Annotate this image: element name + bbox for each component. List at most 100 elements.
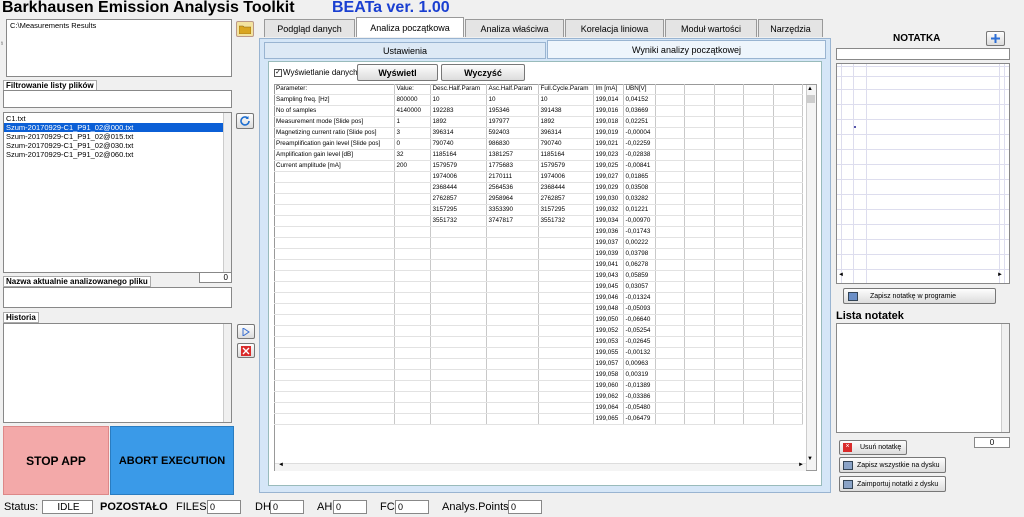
table-cell[interactable]: 0,03508 (623, 182, 656, 195)
table-cell[interactable] (655, 138, 685, 151)
table-cell[interactable] (773, 127, 803, 140)
table-cell[interactable] (274, 380, 395, 393)
table-cell[interactable] (430, 358, 487, 371)
table-cell[interactable] (743, 127, 774, 140)
table-cell[interactable] (743, 358, 774, 371)
table-cell[interactable]: 199,034 (593, 215, 624, 228)
table-cell[interactable]: -0,01324 (623, 292, 656, 305)
table-cell[interactable] (773, 226, 803, 239)
table-cell[interactable] (714, 391, 744, 404)
table-cell[interactable] (394, 171, 431, 184)
table-cell[interactable] (486, 391, 539, 404)
table-cell[interactable]: 4140000 (394, 105, 431, 118)
table-cell[interactable] (773, 369, 803, 382)
table-cell[interactable]: 0,03669 (623, 105, 656, 118)
table-cell[interactable] (743, 314, 774, 327)
table-cell[interactable] (274, 171, 395, 184)
table-cell[interactable] (743, 215, 774, 228)
table-cell[interactable] (773, 402, 803, 415)
note-text-area[interactable]: ◄ ► (836, 63, 1010, 284)
table-cell[interactable]: 3 (394, 127, 431, 140)
table-cell[interactable] (274, 303, 395, 316)
table-cell[interactable]: 0,00963 (623, 358, 656, 371)
table-cell[interactable] (274, 325, 395, 338)
table-cell[interactable] (486, 380, 539, 393)
table-cell[interactable]: 1974006 (538, 171, 594, 184)
table-cell[interactable] (684, 248, 715, 261)
table-cell[interactable] (655, 358, 685, 371)
table-cell[interactable] (684, 127, 715, 140)
table-cell[interactable]: -0,00004 (623, 127, 656, 140)
save-note-program-button[interactable]: Zapisz notatkę w programie (843, 288, 996, 304)
abort-execution-button[interactable]: ABORT EXECUTION (110, 426, 234, 495)
table-cell[interactable] (538, 248, 594, 261)
table-cell[interactable] (655, 160, 685, 173)
table-cell[interactable] (394, 369, 431, 382)
table-cell[interactable]: -0,00970 (623, 215, 656, 228)
table-cell[interactable]: -0,02838 (623, 149, 656, 162)
table-cell[interactable] (538, 402, 594, 415)
table-cell[interactable] (684, 193, 715, 206)
table-cell[interactable]: 199,058 (593, 369, 624, 382)
table-cell[interactable] (743, 84, 774, 96)
table-cell[interactable]: 592403 (486, 127, 539, 140)
table-cell[interactable]: 2762857 (430, 193, 487, 206)
table-cell[interactable] (430, 325, 487, 338)
table-cell[interactable] (714, 237, 744, 250)
table-cell[interactable] (655, 116, 685, 129)
table-cell[interactable]: 0,00319 (623, 369, 656, 382)
table-cell[interactable] (430, 336, 487, 349)
table-cell[interactable]: -0,06640 (623, 314, 656, 327)
table-cell[interactable]: 2170111 (486, 171, 539, 184)
table-cell[interactable] (394, 336, 431, 349)
table-cell[interactable] (486, 237, 539, 250)
table-cell[interactable] (714, 325, 744, 338)
table-cell[interactable] (274, 182, 395, 195)
table-cell[interactable]: 0,03798 (623, 248, 656, 261)
hscrollbar[interactable] (275, 463, 806, 471)
table-cell[interactable] (538, 413, 594, 426)
table-cell[interactable] (684, 281, 715, 294)
table-cell[interactable] (743, 391, 774, 404)
table-cell[interactable] (430, 303, 487, 316)
table-cell[interactable] (486, 303, 539, 316)
table-cell[interactable] (743, 116, 774, 129)
table-cell[interactable] (394, 402, 431, 415)
table-cell[interactable] (773, 171, 803, 184)
table-cell[interactable] (773, 138, 803, 151)
table-cell[interactable] (538, 270, 594, 283)
table-cell[interactable] (655, 237, 685, 250)
table-cell[interactable]: 2564536 (486, 182, 539, 195)
table-cell[interactable] (684, 270, 715, 283)
table-cell[interactable]: 1892 (430, 116, 487, 129)
table-scrollbar[interactable] (806, 85, 816, 470)
table-cell[interactable] (743, 303, 774, 316)
table-cell[interactable] (394, 193, 431, 206)
table-cell[interactable]: 199,027 (593, 171, 624, 184)
table-cell[interactable]: 199,046 (593, 292, 624, 305)
play-button[interactable] (237, 324, 255, 339)
table-cell[interactable]: -0,00841 (623, 160, 656, 173)
table-cell[interactable] (655, 226, 685, 239)
table-cell[interactable]: 3157295 (430, 204, 487, 217)
table-cell[interactable] (655, 259, 685, 272)
table-cell[interactable] (394, 358, 431, 371)
table-cell[interactable] (430, 292, 487, 305)
table-cell[interactable]: 199,032 (593, 204, 624, 217)
table-cell[interactable] (714, 314, 744, 327)
table-cell[interactable] (655, 336, 685, 349)
table-cell[interactable] (684, 226, 715, 239)
table-cell[interactable]: Magnetizing current ratio [Slide pos] (274, 127, 395, 140)
table-cell[interactable] (430, 380, 487, 393)
table-cell[interactable] (773, 292, 803, 305)
table-cell[interactable]: 0,04152 (623, 94, 656, 107)
file-list-item[interactable]: Szum-20170929-C1_P91_02@000.txt (4, 123, 231, 132)
table-cell[interactable]: 199,039 (593, 248, 624, 261)
table-cell[interactable]: 0,05859 (623, 270, 656, 283)
table-cell[interactable]: 0,06278 (623, 259, 656, 272)
table-cell[interactable] (743, 270, 774, 283)
table-cell[interactable] (743, 292, 774, 305)
table-cell[interactable] (684, 171, 715, 184)
scroll-down-icon[interactable]: ▼ (807, 456, 813, 462)
table-cell[interactable]: 199,023 (593, 149, 624, 162)
